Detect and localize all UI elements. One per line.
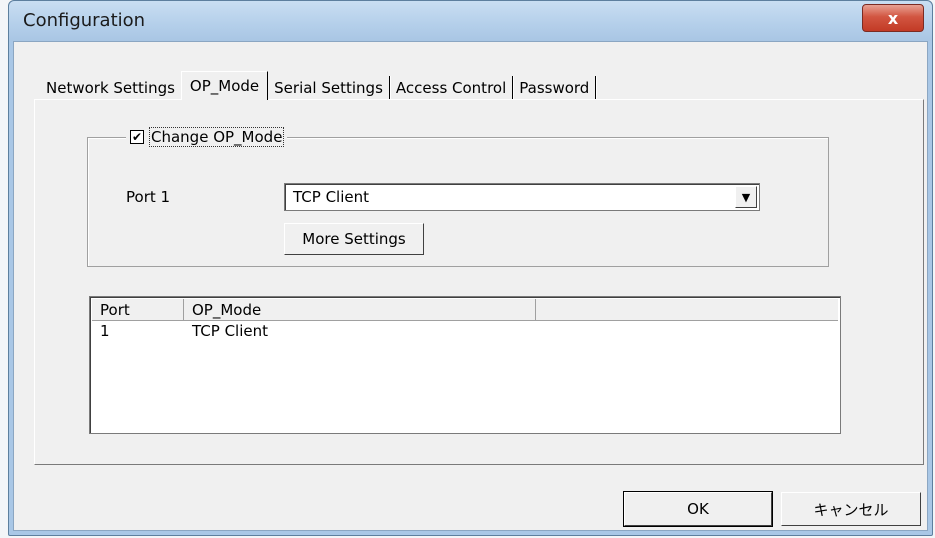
port-label: Port 1	[126, 188, 171, 206]
tab-op-mode[interactable]: OP_Mode	[180, 71, 269, 100]
op-mode-select-value: TCP Client	[293, 188, 369, 206]
column-header-port[interactable]: Port	[92, 299, 184, 321]
cell-port: 1	[100, 322, 110, 340]
tab-network-settings[interactable]: Network Settings	[40, 76, 181, 100]
change-op-mode-label[interactable]: Change OP_Mode	[148, 127, 285, 147]
tab-access-control[interactable]: Access Control	[390, 76, 514, 100]
table-row[interactable]: 1 TCP Client	[92, 321, 536, 341]
change-op-mode-checkbox-row[interactable]: ✔ Change OP_Mode	[126, 127, 288, 147]
close-button[interactable]: x	[862, 4, 924, 32]
column-header-filler	[536, 299, 838, 321]
chevron-down-icon[interactable]: ▼	[735, 186, 757, 208]
op-mode-select[interactable]: TCP Client ▼	[284, 183, 760, 211]
tab-strip: Network Settings OP_Mode Serial Settings…	[40, 71, 597, 100]
dialog-client-area: Network Settings OP_Mode Serial Settings…	[13, 41, 928, 531]
cell-op-mode: TCP Client	[192, 322, 268, 340]
cancel-button[interactable]: キャンセル	[781, 492, 921, 526]
ok-button[interactable]: OK	[623, 491, 773, 527]
tab-password[interactable]: Password	[513, 76, 597, 100]
checkmark-icon: ✔	[131, 130, 143, 144]
configuration-window: Configuration x Network Settings OP_Mode…	[8, 0, 933, 536]
change-op-mode-checkbox[interactable]: ✔	[130, 130, 144, 144]
window-title: Configuration	[23, 10, 146, 31]
list-header: Port OP_Mode	[92, 299, 838, 321]
tab-serial-settings[interactable]: Serial Settings	[268, 76, 390, 100]
op-mode-list[interactable]: Port OP_Mode 1 TCP Client	[89, 296, 841, 434]
close-icon: x	[887, 8, 899, 28]
change-op-mode-group: ✔ Change OP_Mode Port 1 TCP Client ▼ Mor…	[87, 127, 829, 267]
more-settings-button[interactable]: More Settings	[284, 223, 424, 255]
column-header-op-mode[interactable]: OP_Mode	[184, 299, 536, 321]
title-bar[interactable]: Configuration x	[9, 1, 932, 41]
op-mode-panel: ✔ Change OP_Mode Port 1 TCP Client ▼ Mor…	[34, 99, 924, 465]
